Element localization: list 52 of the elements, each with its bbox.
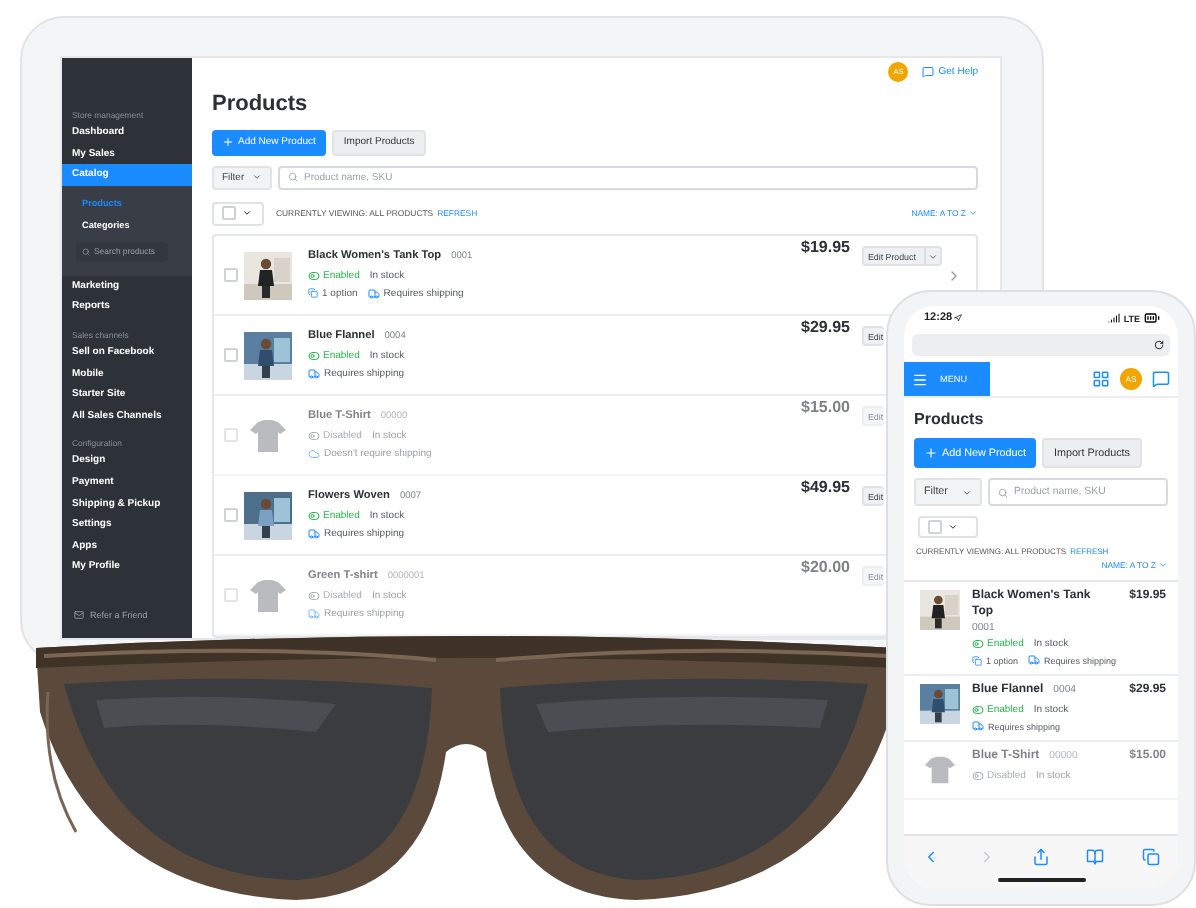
row-checkbox[interactable] bbox=[224, 348, 238, 362]
toggle-icon bbox=[972, 769, 984, 782]
row-checkbox[interactable] bbox=[224, 508, 238, 522]
caret-icon bbox=[962, 487, 972, 497]
select-all-dropdown[interactable] bbox=[212, 201, 264, 226]
search-icon bbox=[82, 247, 90, 256]
plus-icon bbox=[222, 136, 234, 149]
plus-icon bbox=[924, 446, 938, 460]
copy-icon bbox=[308, 288, 318, 299]
chat-icon bbox=[922, 65, 935, 78]
caret-icon bbox=[242, 208, 252, 219]
product-price: $49.95 bbox=[801, 478, 850, 499]
reload-icon[interactable] bbox=[1154, 340, 1164, 350]
home-indicator bbox=[997, 878, 1085, 882]
product-price: $20.00 bbox=[801, 558, 850, 579]
caret-icon[interactable] bbox=[928, 251, 938, 261]
book-icon[interactable] bbox=[1086, 848, 1105, 866]
chat-icon[interactable] bbox=[1152, 370, 1170, 388]
search-icon bbox=[288, 172, 298, 183]
signal-icon bbox=[1107, 312, 1120, 324]
toggle-icon bbox=[972, 704, 984, 716]
toggle-icon bbox=[308, 590, 320, 603]
chevron-icon[interactable] bbox=[946, 267, 962, 283]
location-icon bbox=[954, 314, 963, 322]
mail-icon bbox=[74, 610, 84, 620]
page-title: Products bbox=[212, 91, 310, 116]
toggle-icon bbox=[308, 270, 320, 283]
toggle-icon bbox=[972, 638, 984, 651]
copy-icon bbox=[972, 655, 982, 666]
product-price: $29.95 bbox=[801, 318, 850, 339]
toggle-icon bbox=[308, 350, 320, 363]
select-all-dropdown[interactable] bbox=[918, 516, 978, 538]
caret-icon bbox=[948, 522, 958, 532]
checkbox[interactable] bbox=[222, 206, 236, 221]
search-icon bbox=[998, 487, 1008, 497]
menu-icon bbox=[912, 371, 928, 387]
battery-icon bbox=[1144, 310, 1160, 326]
row-checkbox[interactable] bbox=[224, 428, 238, 442]
row-checkbox[interactable] bbox=[224, 268, 238, 282]
caret-icon bbox=[968, 208, 978, 219]
page-title: Products bbox=[914, 410, 986, 428]
row-checkbox[interactable] bbox=[224, 588, 238, 602]
toggle-icon bbox=[308, 430, 320, 443]
product-price: $19.95 bbox=[801, 238, 850, 259]
caret-icon bbox=[252, 172, 262, 183]
toggle-icon bbox=[308, 510, 320, 523]
caret-icon bbox=[1158, 560, 1168, 570]
tabs-icon[interactable] bbox=[1141, 848, 1160, 866]
grid-icon[interactable] bbox=[1092, 370, 1110, 388]
product-price: $15.00 bbox=[801, 398, 850, 419]
share-icon[interactable] bbox=[1031, 848, 1050, 866]
checkbox[interactable] bbox=[928, 520, 942, 534]
